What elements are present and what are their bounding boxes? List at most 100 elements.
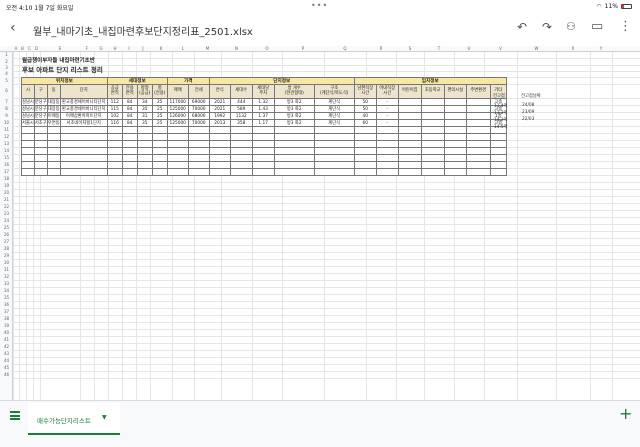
column-header[interactable]: C	[26, 46, 33, 52]
empty-cell[interactable]	[353, 133, 377, 141]
empty-cell[interactable]	[208, 161, 231, 169]
empty-cell[interactable]	[121, 154, 138, 162]
empty-cell[interactable]	[59, 161, 108, 169]
empty-cell[interactable]	[229, 168, 253, 176]
column-header[interactable]: S	[396, 46, 424, 52]
group-household[interactable]: 세대정보	[106, 77, 168, 85]
empty-cell[interactable]	[166, 140, 189, 148]
column-header-cell[interactable]: 아내직장 시간	[375, 84, 399, 99]
empty-cell[interactable]	[106, 147, 123, 155]
column-header-cell[interactable]: 어린이집	[397, 84, 422, 99]
column-header-cell[interactable]: 구조 (계단식/복도식)	[313, 84, 355, 99]
empty-cell[interactable]	[33, 161, 48, 169]
empty-cell[interactable]	[420, 147, 445, 155]
column-header-cell[interactable]: 동	[46, 84, 61, 99]
column-header[interactable]: Y	[590, 46, 612, 52]
table-cell[interactable]: 이매삼환아파트단지	[59, 112, 108, 120]
table-cell[interactable]: 방3 화2	[273, 98, 315, 106]
table-cell[interactable]	[465, 105, 491, 113]
table-cell[interactable]: 1992	[208, 112, 231, 120]
empty-cell[interactable]	[489, 154, 507, 162]
empty-cell[interactable]	[229, 126, 253, 134]
empty-cell[interactable]	[229, 154, 253, 162]
row-header[interactable]: 18	[0, 175, 13, 182]
empty-cell[interactable]	[313, 154, 355, 162]
table-cell[interactable]: -	[375, 98, 399, 106]
table-cell[interactable]: 35	[136, 105, 153, 113]
row-header[interactable]: 31	[0, 266, 13, 273]
table-cell[interactable]: 34	[136, 98, 153, 106]
table-cell[interactable]: 69000	[187, 98, 210, 106]
table-cell[interactable]: 대장동	[46, 98, 61, 106]
empty-cell[interactable]	[313, 133, 355, 141]
empty-cell[interactable]	[251, 154, 275, 162]
column-header[interactable]: Q	[324, 46, 366, 52]
table-cell[interactable]: 60	[353, 119, 377, 127]
apartment-table[interactable]: 위치정보 세대정보 가격 단지정보 입지정보 시 구 동 단지 공급 면적 전용 면적 평형…	[21, 77, 507, 176]
table-cell[interactable]: 2013	[208, 119, 231, 127]
more-vertical-icon[interactable]: ⋮	[619, 20, 632, 34]
table-cell[interactable]: 68000	[187, 112, 210, 120]
empty-cell[interactable]	[273, 154, 315, 162]
empty-cell[interactable]	[33, 147, 48, 155]
table-cell[interactable]: 84	[121, 119, 138, 127]
empty-cell[interactable]	[489, 140, 507, 148]
empty-cell[interactable]	[420, 161, 445, 169]
empty-cell[interactable]	[313, 168, 355, 176]
empty-cell[interactable]	[187, 161, 210, 169]
redo-icon[interactable]: ↷	[542, 20, 552, 34]
add-person-icon[interactable]: ⚇	[566, 20, 576, 34]
peak-date-value[interactable]: 24/08	[522, 103, 534, 108]
column-header-cell[interactable]: 전용 면적	[121, 84, 138, 99]
table-cell[interactable]: 115	[106, 105, 123, 113]
empty-cell[interactable]	[21, 133, 35, 141]
table-cell[interactable]: 40	[353, 112, 377, 120]
column-header-cell[interactable]: 남편직장 시간	[353, 84, 377, 99]
sheet-list-menu-icon[interactable]	[10, 411, 20, 420]
column-header-cell[interactable]: 단지	[59, 84, 108, 99]
column-header-cell[interactable]: 매매	[166, 84, 189, 99]
group-location[interactable]: 위치정보	[21, 77, 108, 85]
table-cell[interactable]: 2021	[208, 98, 231, 106]
empty-cell[interactable]	[420, 133, 445, 141]
empty-cell[interactable]	[443, 133, 467, 141]
column-header[interactable]: O	[252, 46, 282, 52]
empty-cell[interactable]	[121, 168, 138, 176]
column-header-cell[interactable]: 평 (전용)	[151, 84, 168, 99]
empty-cell[interactable]	[420, 140, 445, 148]
table-cell[interactable]: 25	[151, 98, 168, 106]
column-header[interactable]: D	[33, 46, 40, 52]
table-cell[interactable]: 대장동	[46, 105, 61, 113]
empty-cell[interactable]	[443, 147, 467, 155]
row-header[interactable]: 9	[0, 112, 13, 119]
empty-cell[interactable]	[21, 161, 35, 169]
comment-icon[interactable]: ▭	[591, 20, 603, 34]
row-header[interactable]: 34	[0, 287, 13, 294]
empty-cell[interactable]	[121, 147, 138, 155]
empty-cell[interactable]	[121, 133, 138, 141]
table-cell[interactable]: 1.37	[251, 112, 275, 120]
column-header-cell[interactable]: 구	[33, 84, 48, 99]
empty-cell[interactable]	[46, 161, 61, 169]
empty-cell[interactable]	[353, 154, 377, 162]
empty-cell[interactable]	[59, 140, 108, 148]
empty-cell[interactable]	[353, 168, 377, 176]
empty-cell[interactable]	[59, 126, 108, 134]
row-header[interactable]: 30	[0, 259, 13, 266]
column-header-cell[interactable]: 세대수	[229, 84, 253, 99]
empty-cell[interactable]	[166, 154, 189, 162]
table-cell[interactable]: 분당구	[33, 98, 48, 106]
column-header[interactable]: M	[194, 46, 221, 52]
empty-cell[interactable]	[489, 147, 507, 155]
empty-cell[interactable]	[375, 154, 399, 162]
table-cell[interactable]: 126000	[166, 112, 189, 120]
undo-icon[interactable]: ↶	[517, 20, 527, 34]
table-cell[interactable]: 성남시	[21, 98, 35, 106]
column-header-cell[interactable]: 초등학교	[420, 84, 445, 99]
row-header[interactable]: 26	[0, 231, 13, 238]
row-header[interactable]: 37	[0, 308, 13, 315]
empty-cell[interactable]	[443, 154, 467, 162]
empty-cell[interactable]	[136, 126, 153, 134]
empty-cell[interactable]	[151, 168, 168, 176]
table-cell[interactable]: 112	[106, 98, 123, 106]
